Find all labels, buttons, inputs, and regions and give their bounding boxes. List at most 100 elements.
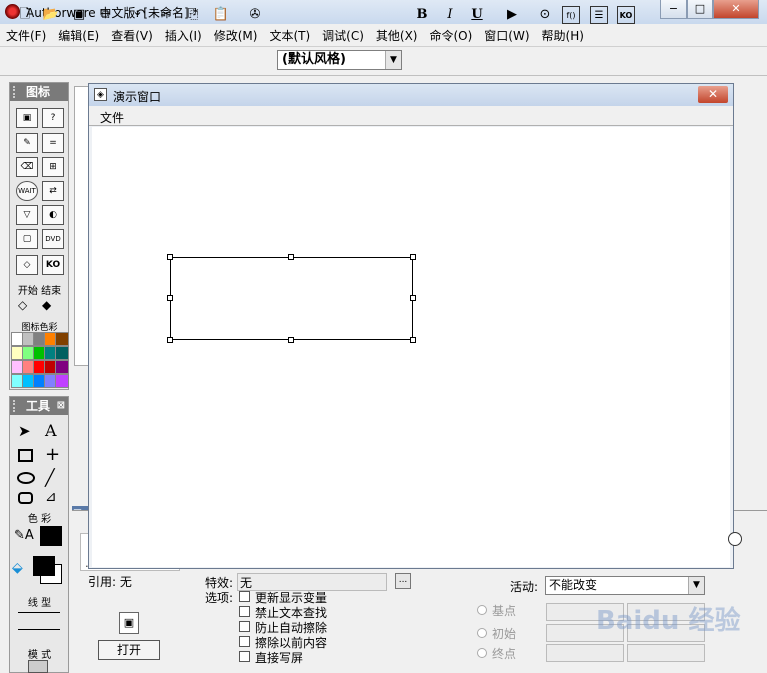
help-circle-icon[interactable]: [728, 532, 742, 546]
decision-icon[interactable]: ▽: [16, 205, 38, 225]
menu-debug[interactable]: 调试(C): [316, 24, 370, 46]
active-value: 不能改变: [549, 578, 598, 592]
presentation-canvas[interactable]: [92, 127, 730, 567]
wait-circle-icon[interactable]: WAIT: [16, 181, 38, 201]
end-y-field[interactable]: [627, 644, 705, 662]
crosshair-tool-icon[interactable]: +: [45, 444, 60, 465]
chevron-down-icon: ▼: [688, 577, 704, 594]
close-icon[interactable]: ⊠: [57, 397, 65, 415]
menu-edit[interactable]: 编辑(E): [52, 24, 105, 46]
undo-icon[interactable]: ↶: [131, 6, 149, 24]
menu-file[interactable]: 文件(F): [0, 24, 52, 46]
resize-handle[interactable]: [167, 295, 173, 301]
icon-color-swatch[interactable]: [55, 360, 69, 374]
close-button[interactable]: ✕: [713, 0, 759, 19]
option-erase-previous-checkbox[interactable]: [239, 636, 250, 647]
icon-color-label: 图标色彩: [21, 323, 58, 333]
option-direct-to-screen-checkbox[interactable]: [239, 651, 250, 662]
end-point-radio[interactable]: [477, 648, 487, 658]
wait-icon[interactable]: =: [42, 133, 64, 153]
framework-icon[interactable]: ⊞: [42, 157, 64, 177]
menu-xtras[interactable]: 其他(X): [370, 24, 424, 46]
text-style-dropdown[interactable]: (默认风格) ▼: [277, 50, 402, 70]
cut-icon[interactable]: ✂: [157, 6, 175, 24]
run-icon[interactable]: ▶: [503, 6, 521, 24]
copy-icon[interactable]: ⎘: [184, 6, 202, 24]
option-update-variables-checkbox[interactable]: [239, 591, 250, 602]
erase-icon[interactable]: ✎: [16, 133, 38, 153]
bold-button[interactable]: B: [413, 6, 431, 24]
knowledge-object-icon[interactable]: KO: [42, 255, 64, 275]
motion-icon[interactable]: ?: [42, 108, 64, 128]
fill-foreground-swatch[interactable]: [33, 556, 55, 576]
menu-text[interactable]: 文本(T): [263, 24, 316, 46]
pointer-tool-icon[interactable]: ➤: [18, 422, 31, 440]
interaction-icon[interactable]: ◐: [42, 205, 64, 225]
open-button[interactable]: 打开: [98, 640, 160, 660]
polygon-tool-icon[interactable]: ⊿: [45, 489, 57, 505]
menu-commands[interactable]: 命令(O): [423, 24, 478, 46]
paste-icon[interactable]: 📋: [212, 6, 230, 24]
end-x-field[interactable]: [546, 644, 624, 662]
mode-selector[interactable]: [28, 660, 48, 673]
initial-radio[interactable]: [477, 628, 487, 638]
option-prevent-auto-erase-checkbox[interactable]: [239, 621, 250, 632]
map-icon[interactable]: ◇: [16, 255, 38, 275]
underline-button[interactable]: U: [468, 6, 486, 24]
resize-handle[interactable]: [410, 254, 416, 260]
open-file-icon[interactable]: 📂: [42, 6, 60, 24]
line-style-medium[interactable]: [18, 629, 60, 630]
menu-window[interactable]: 窗口(W): [478, 24, 535, 46]
navigate-arrows-icon[interactable]: ⇄: [42, 181, 64, 201]
line-tool-icon[interactable]: ╱: [45, 468, 55, 487]
resize-handle[interactable]: [167, 254, 173, 260]
icon-color-swatch[interactable]: [55, 332, 69, 346]
presentation-title: 演示窗口: [113, 90, 162, 104]
knowledge-objects-icon[interactable]: KO: [617, 6, 635, 24]
presentation-menu-file[interactable]: 文件: [100, 109, 124, 126]
line-color-swatch[interactable]: [40, 526, 62, 546]
selected-rectangle[interactable]: [170, 257, 413, 340]
variables-icon[interactable]: ☰: [590, 6, 608, 24]
navigate-icon[interactable]: ⌫: [16, 157, 38, 177]
color-label: 色 彩: [27, 514, 52, 525]
control-panel-icon[interactable]: ⊙: [536, 6, 554, 24]
resize-handle[interactable]: [288, 254, 294, 260]
active-dropdown[interactable]: 不能改变 ▼: [545, 576, 705, 595]
icon-color-swatch[interactable]: [55, 374, 69, 388]
minimize-button[interactable]: −: [660, 0, 687, 19]
resize-handle[interactable]: [167, 337, 173, 343]
text-tool-icon[interactable]: A: [45, 421, 57, 440]
maximize-button[interactable]: □: [687, 0, 713, 19]
calculation-icon[interactable]: ▢: [16, 229, 38, 249]
ellipse-tool-icon[interactable]: [17, 472, 35, 484]
option-no-text-search-checkbox[interactable]: [239, 606, 250, 617]
line-style-thin[interactable]: [18, 612, 60, 613]
digital-movie-icon[interactable]: DVD: [42, 229, 64, 249]
menu-view[interactable]: 查看(V): [105, 24, 159, 46]
resize-handle[interactable]: [410, 337, 416, 343]
import-icon[interactable]: ⧉: [96, 6, 114, 24]
mode-label: 模 式: [27, 650, 52, 661]
presentation-close-button[interactable]: ✕: [698, 86, 728, 103]
end-flag-icon[interactable]: ◆: [42, 298, 58, 312]
functions-icon[interactable]: f(): [562, 6, 580, 24]
base-point-radio[interactable]: [477, 605, 487, 615]
pen-color-icon[interactable]: ✎A: [14, 528, 34, 543]
resize-handle[interactable]: [410, 295, 416, 301]
menu-modify[interactable]: 修改(M): [208, 24, 264, 46]
effect-browse-button[interactable]: ...: [395, 573, 411, 589]
save-all-icon[interactable]: ▣: [70, 6, 88, 24]
menu-insert[interactable]: 插入(I): [159, 24, 208, 46]
fill-bucket-icon[interactable]: ⬙: [12, 560, 23, 576]
menu-help[interactable]: 帮助(H): [536, 24, 590, 46]
new-file-icon[interactable]: 🗋: [16, 6, 34, 24]
display-icon[interactable]: ▣: [16, 108, 38, 128]
rectangle-tool-icon[interactable]: [18, 449, 33, 462]
resize-handle[interactable]: [288, 337, 294, 343]
rounded-rectangle-tool-icon[interactable]: [18, 492, 33, 504]
start-flag-icon[interactable]: ◇: [18, 298, 34, 312]
icon-color-swatch[interactable]: [55, 346, 69, 360]
find-icon[interactable]: ✇: [246, 6, 264, 24]
italic-button[interactable]: I: [441, 6, 459, 24]
